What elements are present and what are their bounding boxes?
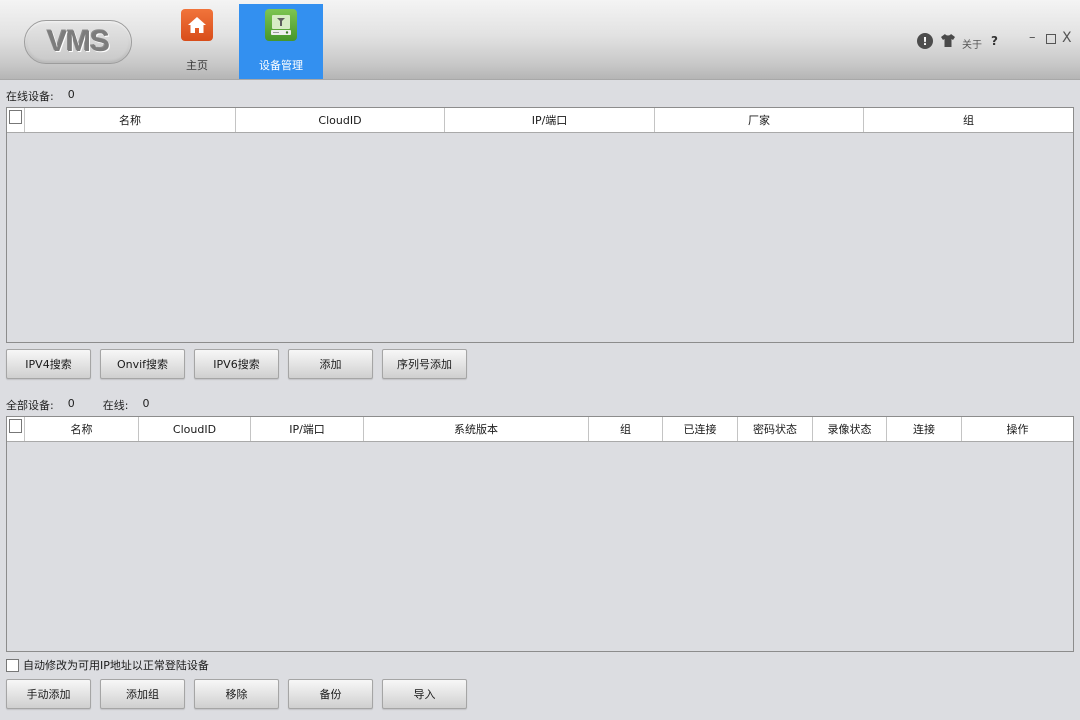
close-icon[interactable]: X — [1062, 30, 1072, 46]
online-devices-table: 名称 CloudID IP/端口 厂家 组 — [6, 107, 1074, 343]
auto-modify-label[interactable]: 自动修改为可用IP地址以正常登陆设备 — [23, 657, 209, 673]
col-group[interactable]: 组 — [589, 417, 663, 441]
col-ip-port[interactable]: IP/端口 — [251, 417, 364, 441]
col-operation[interactable]: 操作 — [962, 417, 1073, 441]
col-cloudid[interactable]: CloudID — [236, 108, 445, 132]
online-devices-label: 在线设备: 0 — [6, 88, 75, 104]
manual-add-button[interactable]: 手动添加 — [6, 679, 91, 709]
select-all-cell — [7, 108, 25, 132]
col-record-status[interactable]: 录像状态 — [813, 417, 887, 441]
help-icon[interactable]: ? — [991, 34, 998, 48]
device-manager-icon — [265, 9, 297, 41]
col-group[interactable]: 组 — [864, 108, 1073, 132]
add-group-button[interactable]: 添加组 — [100, 679, 185, 709]
all-devices-count: 0 — [67, 397, 75, 410]
onvif-search-button[interactable]: Onvif搜索 — [100, 349, 185, 379]
col-ip-port[interactable]: IP/端口 — [445, 108, 655, 132]
all-actions: 手动添加 添加组 移除 备份 导入 — [6, 679, 467, 709]
remove-button[interactable]: 移除 — [194, 679, 279, 709]
tab-device-management-label: 设备管理 — [259, 59, 303, 72]
online-table-header: 名称 CloudID IP/端口 厂家 组 — [7, 108, 1073, 133]
all-online-count: 0 — [142, 397, 150, 410]
auto-modify-checkbox[interactable] — [6, 658, 19, 672]
auto-modify-row: 自动修改为可用IP地址以正常登陆设备 — [6, 657, 209, 673]
tab-device-management[interactable]: 设备管理 — [239, 4, 323, 79]
vms-logo: VMS — [24, 20, 132, 64]
select-all-checkbox-2[interactable] — [9, 419, 22, 433]
info-icon[interactable]: ! — [917, 33, 933, 49]
col-cloudid[interactable]: CloudID — [139, 417, 251, 441]
online-actions: IPV4搜索 Onvif搜索 IPV6搜索 添加 序列号添加 — [6, 349, 467, 379]
all-online-title: 在线: — [102, 399, 129, 412]
minimize-icon[interactable]: – — [1029, 30, 1036, 45]
online-devices-count: 0 — [67, 88, 75, 101]
select-all-checkbox[interactable] — [9, 110, 22, 124]
col-name[interactable]: 名称 — [25, 108, 236, 132]
import-button[interactable]: 导入 — [382, 679, 467, 709]
home-icon — [181, 9, 213, 41]
ipv6-search-button[interactable]: IPV6搜索 — [194, 349, 279, 379]
col-vendor[interactable]: 厂家 — [655, 108, 864, 132]
all-devices-title: 全部设备: — [6, 399, 54, 412]
tab-home-label: 主页 — [186, 59, 208, 72]
online-devices-title: 在线设备: — [6, 90, 54, 103]
all-devices-label: 全部设备: 0 在线: 0 — [6, 397, 149, 413]
add-button[interactable]: 添加 — [288, 349, 373, 379]
col-password-status[interactable]: 密码状态 — [738, 417, 813, 441]
col-connect[interactable]: 连接 — [887, 417, 962, 441]
select-all-cell-2 — [7, 417, 25, 441]
logo-text: VMS — [46, 25, 110, 58]
skin-shirt-icon[interactable] — [940, 33, 956, 48]
tab-home[interactable]: 主页 — [155, 4, 239, 79]
col-connected[interactable]: 已连接 — [663, 417, 738, 441]
about-link[interactable]: 关于 — [962, 36, 982, 51]
maximize-icon[interactable] — [1046, 34, 1056, 44]
all-devices-table: 名称 CloudID IP/端口 系统版本 组 已连接 密码状态 录像状态 连接… — [6, 416, 1074, 652]
col-name[interactable]: 名称 — [25, 417, 139, 441]
ipv4-search-button[interactable]: IPV4搜索 — [6, 349, 91, 379]
all-table-header: 名称 CloudID IP/端口 系统版本 组 已连接 密码状态 录像状态 连接… — [7, 417, 1073, 442]
col-system-version[interactable]: 系统版本 — [364, 417, 589, 441]
title-bar: VMS 主页 设备管理 ! 关于 ? – X — [0, 0, 1080, 80]
backup-button[interactable]: 备份 — [288, 679, 373, 709]
serial-add-button[interactable]: 序列号添加 — [382, 349, 467, 379]
